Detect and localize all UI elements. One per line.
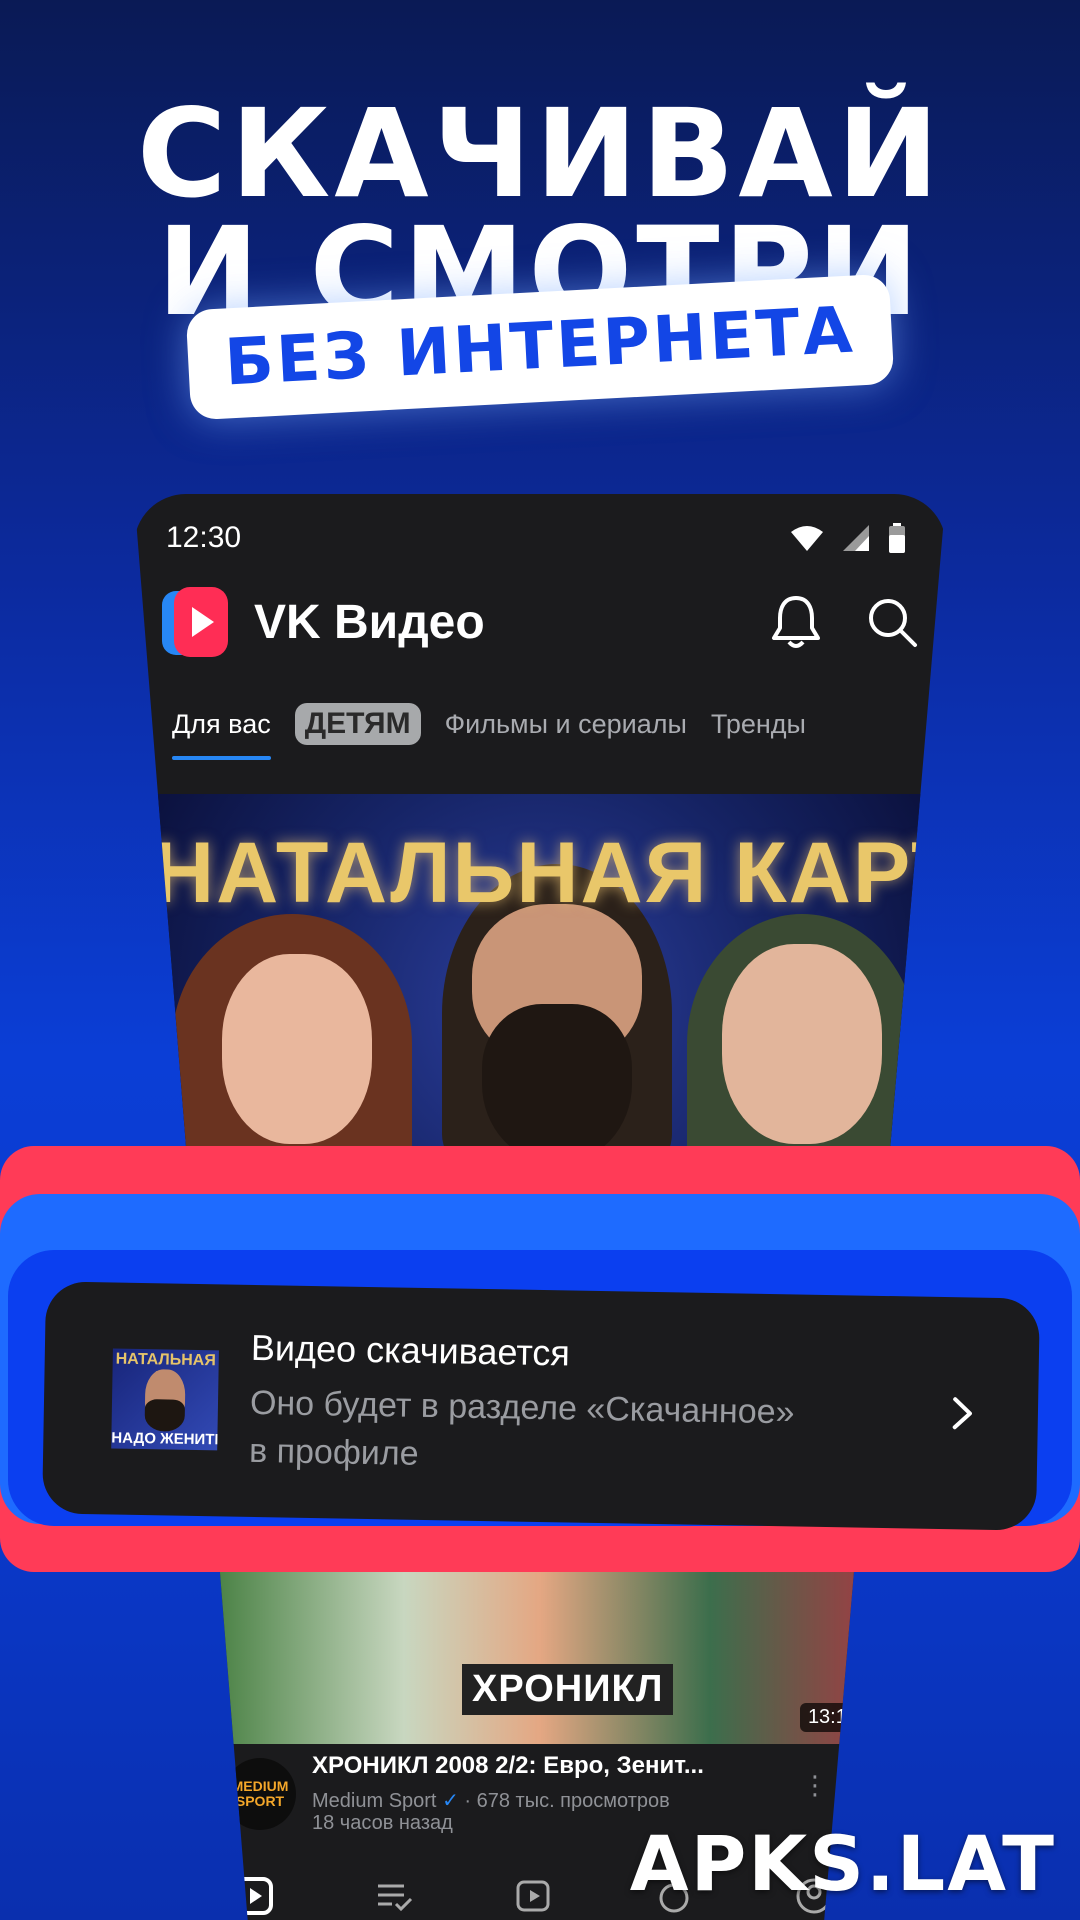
playlist-icon[interactable] [374,1876,414,1916]
chevron-right-icon[interactable] [950,1395,977,1431]
toast-subtitle: Оно будет в разделе «Скачанное» в профил… [248,1383,795,1473]
status-time: 12:30 [166,521,242,554]
headline-line-1: СКАЧИВАЙ [137,83,943,225]
video-subtitle: Medium Sport ✓ · 678 тыс. просмотров [312,1788,670,1813]
hero-title: НАТАЛЬНАЯ КАРТА [152,825,928,921]
video-icon[interactable] [234,1876,274,1916]
verified-icon: ✓ [442,1790,465,1812]
video-thumb-label: ХРОНИКЛ [462,1664,674,1715]
view-count: · 678 тыс. просмотров [464,1790,670,1812]
download-toast[interactable]: НАТАЛЬНАЯ КА НАДО ЖЕНИТЬ Видео скачивает… [42,1281,1040,1531]
tab-for-you[interactable]: Для вас [172,709,271,760]
hero-person-right-face [722,944,882,1144]
toast-title: Видео скачивается [250,1326,571,1374]
video-duration: 13:18 [799,1703,866,1732]
battery-icon [889,523,905,553]
pill-text: БЕЗ ИНТЕРНЕТА [222,293,858,401]
upload-icon[interactable] [514,1876,554,1916]
toast-thumbnail: НАТАЛЬНАЯ КА НАДО ЖЕНИТЬ [111,1348,219,1451]
video-title[interactable]: ХРОНИКЛ 2008 2/2: Евро, Зенит... [312,1752,704,1780]
notifications-icon[interactable] [770,594,822,650]
channel-avatar[interactable]: MEDIUM SPORT [224,1758,296,1830]
hero-video-thumbnail[interactable]: НАТАЛЬНАЯ КАРТА [152,794,928,1149]
tab-kids[interactable]: ДЕТЯМ [294,703,421,745]
toast-text: Видео скачивается Оно будет в разделе «С… [249,1327,811,1485]
toast-thumb-bottom: НАДО ЖЕНИТЬ [111,1429,219,1449]
signal-icon [843,525,869,551]
video-time-ago: 18 часов назад [312,1812,453,1834]
vk-video-logo-icon [162,587,228,657]
more-options-icon[interactable]: ⋮ [802,1770,828,1801]
tab-movies-series[interactable]: Фильмы и сериалы [445,709,687,740]
search-icon[interactable] [866,596,918,648]
tab-bar: Для вас ДЕТЯМ Фильмы и сериалы Тренды [172,694,946,760]
video-thumbnail[interactable]: ХРОНИКЛ 13:18 [200,1572,880,1744]
app-bar: VK Видео [162,582,918,662]
wifi-icon [791,526,823,551]
status-bar: 12:30 [166,508,906,568]
tab-trends[interactable]: Тренды [711,709,806,740]
app-name: VK Видео [254,595,485,649]
watermark: APKS.LAT [629,1819,1056,1908]
hero-person-center-beard [482,1004,632,1149]
channel-name[interactable]: Medium Sport [312,1790,437,1812]
hero-person-left-face [222,954,372,1144]
toast-thumb-beard [144,1399,186,1432]
